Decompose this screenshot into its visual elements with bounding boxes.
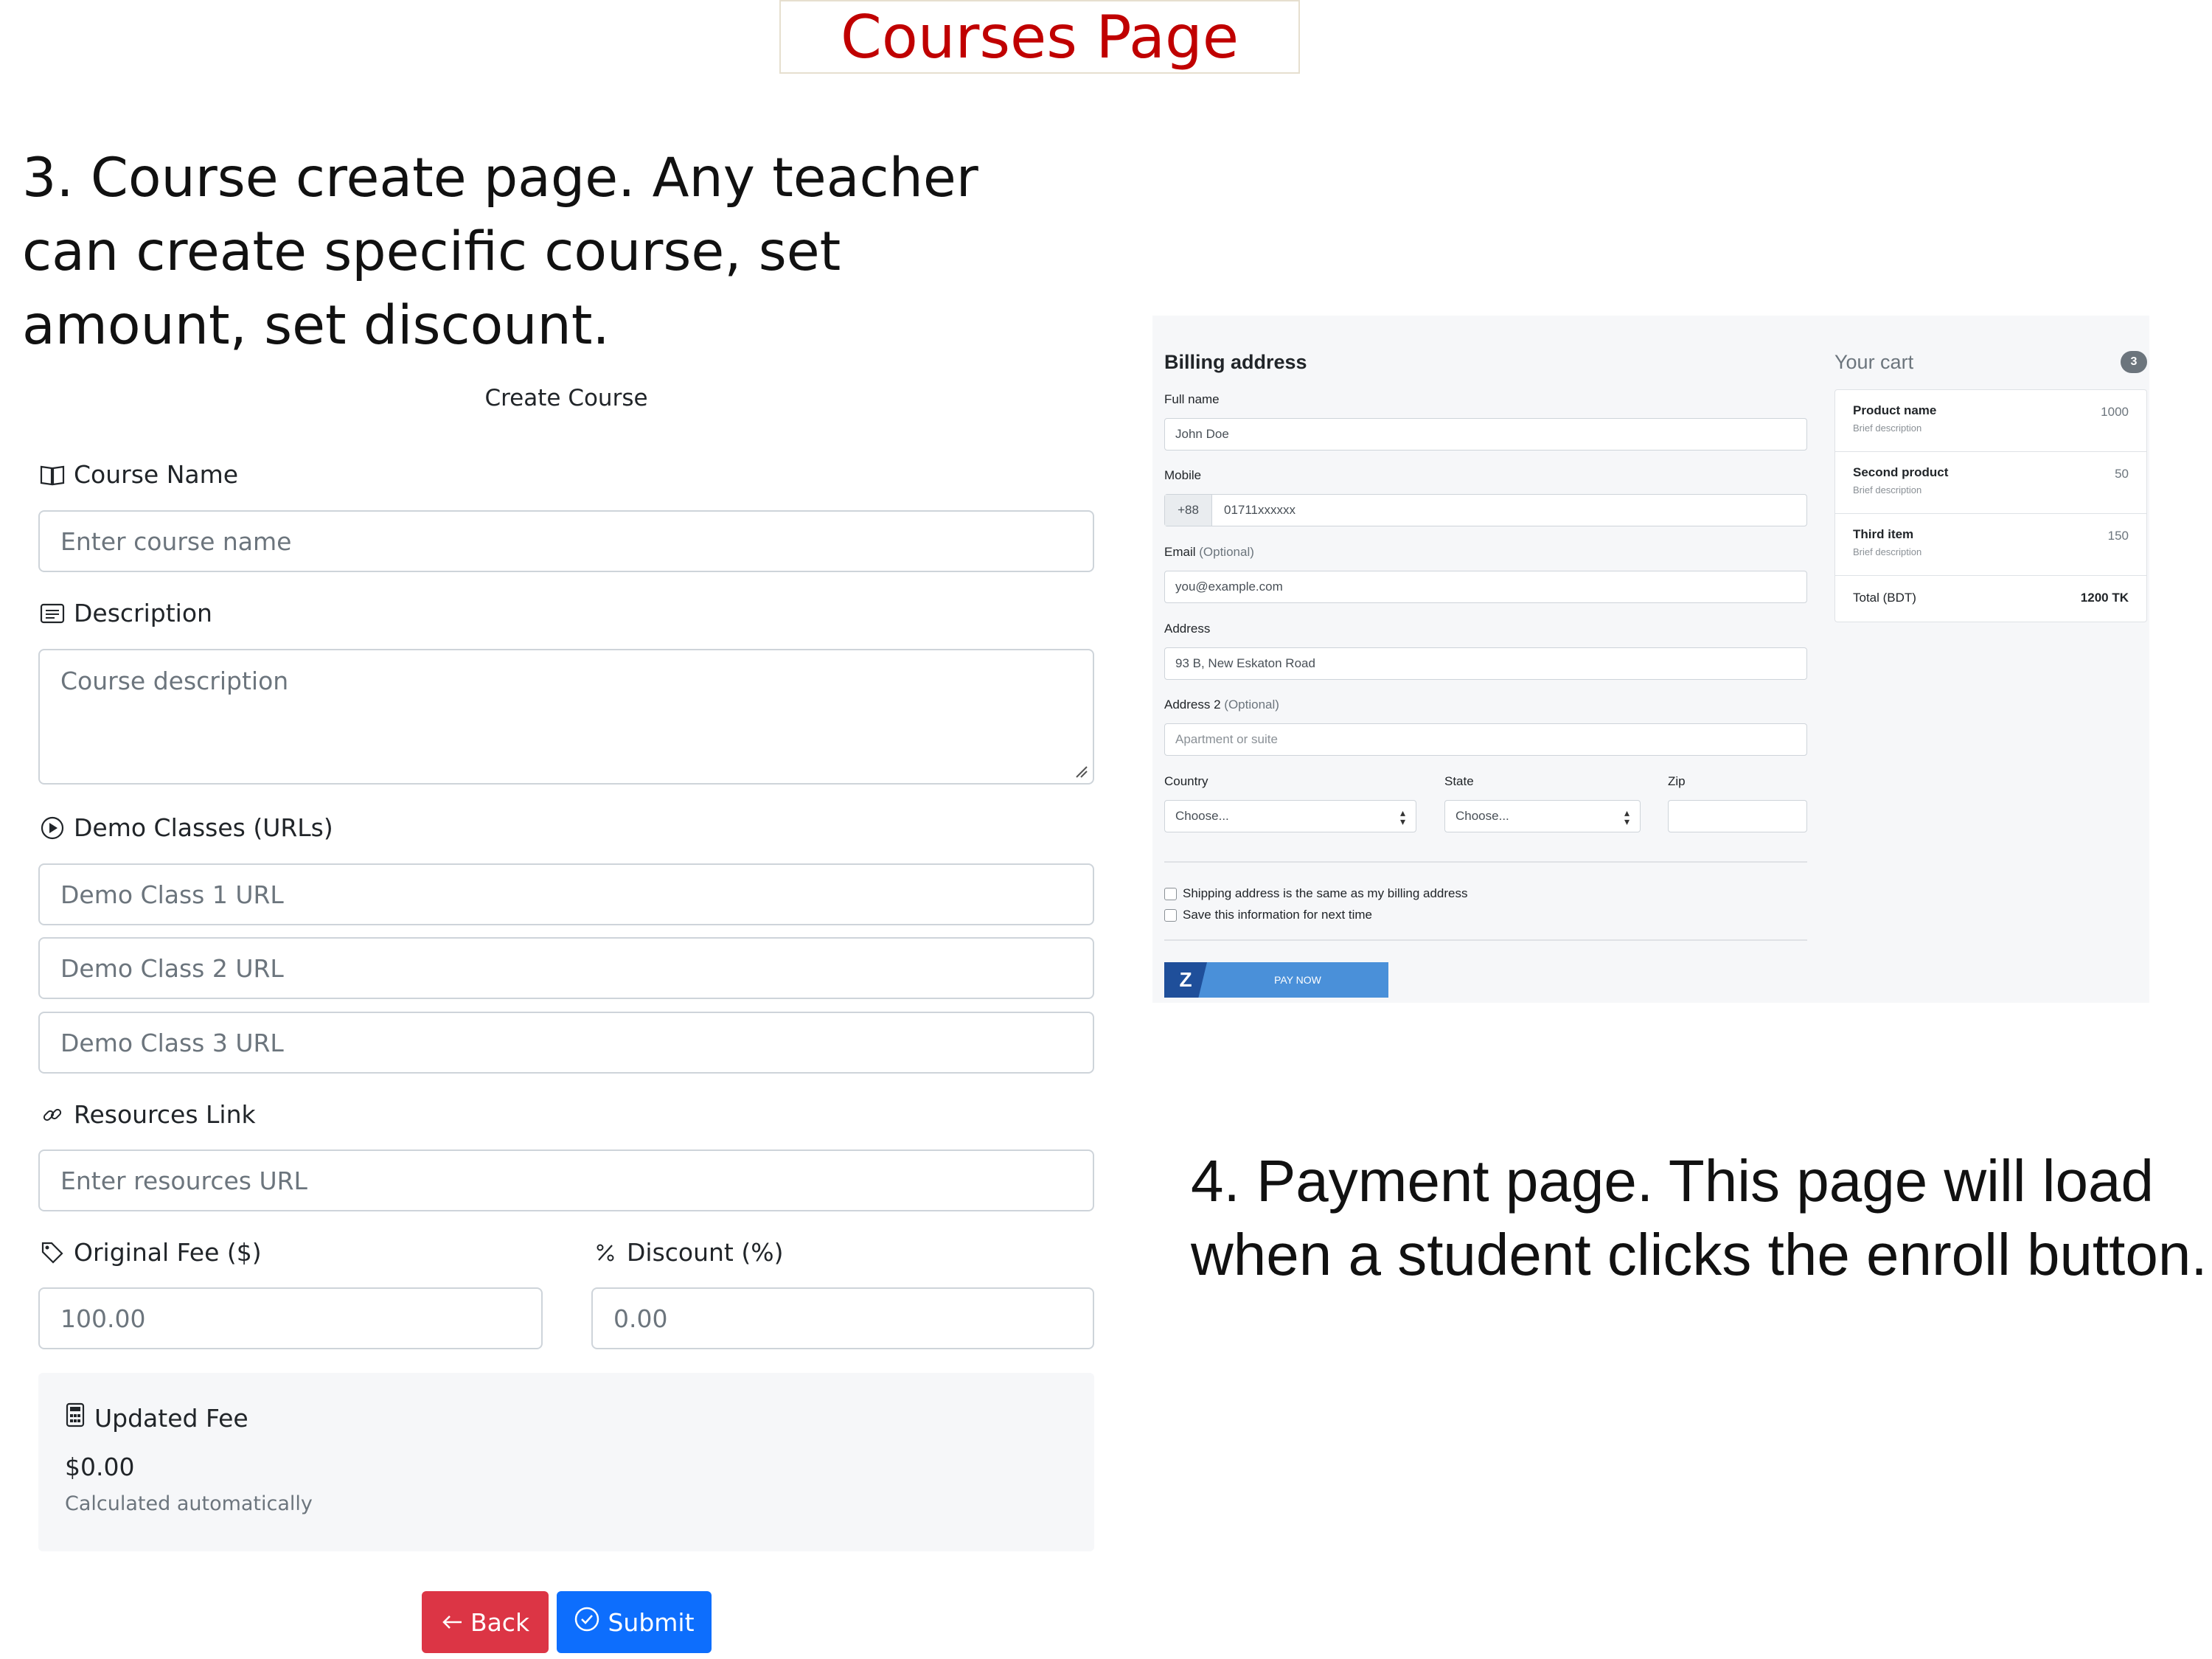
- play-circle-icon: [38, 814, 66, 842]
- updated-fee-value: $0.00: [65, 1453, 135, 1481]
- resources-label: Resources Link: [38, 1100, 256, 1129]
- billing-heading: Billing address: [1164, 351, 1307, 373]
- mobile-label: Mobile: [1164, 468, 1202, 482]
- payment-screenshot: Billing address Full name John Doe Mobil…: [1152, 316, 2149, 1003]
- updated-fee-note: Calculated automatically: [65, 1492, 313, 1515]
- cart-count-badge: 3: [2121, 351, 2147, 373]
- arrow-left-icon: [441, 1608, 463, 1637]
- slide-title: Courses Page: [779, 0, 1300, 74]
- original-fee-label: Original Fee ($): [38, 1238, 262, 1267]
- address2-label: Address 2 (Optional): [1164, 698, 1279, 712]
- address-label: Address: [1164, 622, 1211, 636]
- demo-classes-label: Demo Classes (URLs): [38, 813, 333, 842]
- email-label: Email (Optional): [1164, 545, 1254, 559]
- percent-icon: [591, 1239, 619, 1267]
- email-input[interactable]: you@example.com: [1164, 571, 1807, 603]
- state-label: State: [1444, 774, 1474, 788]
- resources-input[interactable]: Enter resources URL: [38, 1150, 1094, 1211]
- cart-item: Product name Brief description 1000: [1835, 390, 2146, 452]
- checkbox[interactable]: [1164, 887, 1177, 900]
- course-name-label: Course Name: [38, 460, 238, 489]
- demo-class-2-input[interactable]: Demo Class 2 URL: [38, 937, 1094, 999]
- course-name-input[interactable]: Enter course name: [38, 510, 1094, 572]
- discount-input[interactable]: 0.00: [591, 1287, 1094, 1349]
- country-label: Country: [1164, 774, 1208, 788]
- description-textarea[interactable]: Course description: [38, 649, 1094, 785]
- full-name-label: Full name: [1164, 392, 1220, 406]
- caption-payment: 4. Payment page. This page will load whe…: [1191, 1148, 2208, 1287]
- divider: [1164, 861, 1807, 863]
- cart-total-row: Total (BDT) 1200 TK: [1853, 591, 2129, 605]
- caption-course-create: 3. Course create page. Any teacher can c…: [22, 147, 978, 357]
- discount-label: Discount (%): [591, 1238, 783, 1267]
- state-select[interactable]: Choose... ▴ ▾: [1444, 800, 1641, 832]
- zip-label: Zip: [1668, 774, 1686, 788]
- back-button[interactable]: Back: [422, 1591, 549, 1653]
- pay-now-button[interactable]: Z PAY NOW: [1164, 962, 1388, 998]
- address2-input[interactable]: Apartment or suite: [1164, 723, 1807, 756]
- shipping-same-checkbox[interactable]: Shipping address is the same as my billi…: [1164, 886, 1467, 901]
- updated-fee-panel: Updated Fee $0.00 Calculated automatical…: [38, 1373, 1094, 1551]
- payment-logo-icon: Z: [1164, 962, 1207, 998]
- resize-grip-icon[interactable]: [1074, 764, 1088, 779]
- select-arrows-icon: ▴ ▾: [1624, 807, 1630, 827]
- checkbox[interactable]: [1164, 908, 1177, 922]
- calculator-icon: [65, 1402, 86, 1433]
- mobile-prefix: +88: [1165, 495, 1212, 526]
- cart-heading: Your cart: [1834, 351, 1914, 373]
- cart-item: Third item Brief description 150: [1835, 514, 2146, 576]
- check-circle-icon: [574, 1606, 600, 1638]
- country-select[interactable]: Choose... ▴ ▾: [1164, 800, 1416, 832]
- original-fee-input[interactable]: 100.00: [38, 1287, 543, 1349]
- submit-button[interactable]: Submit: [557, 1591, 712, 1653]
- link-icon: [38, 1101, 66, 1129]
- full-name-input[interactable]: John Doe: [1164, 418, 1807, 451]
- cart-item: Second product Brief description 50: [1835, 452, 2146, 514]
- select-arrows-icon: ▴ ▾: [1399, 807, 1405, 827]
- mobile-value: 01711xxxxxx: [1224, 503, 1296, 517]
- demo-class-3-input[interactable]: Demo Class 3 URL: [38, 1012, 1094, 1074]
- updated-fee-label: Updated Fee: [65, 1402, 248, 1433]
- address-input[interactable]: 93 B, New Eskaton Road: [1164, 647, 1807, 680]
- cart-list: Product name Brief description 1000 Seco…: [1834, 389, 2147, 622]
- zip-input[interactable]: [1668, 800, 1807, 832]
- tag-icon: [38, 1239, 66, 1267]
- save-info-checkbox[interactable]: Save this information for next time: [1164, 908, 1372, 922]
- demo-class-1-input[interactable]: Demo Class 1 URL: [38, 863, 1094, 925]
- pay-now-label: PAY NOW: [1274, 974, 1321, 986]
- form-heading: Create Course: [484, 385, 648, 411]
- divider: [1164, 939, 1807, 941]
- mobile-input[interactable]: +88 01711xxxxxx: [1164, 494, 1807, 526]
- book-icon: [38, 461, 66, 489]
- description-placeholder: Course description: [60, 667, 289, 695]
- description-label: Description: [38, 599, 212, 627]
- text-icon: [38, 599, 66, 627]
